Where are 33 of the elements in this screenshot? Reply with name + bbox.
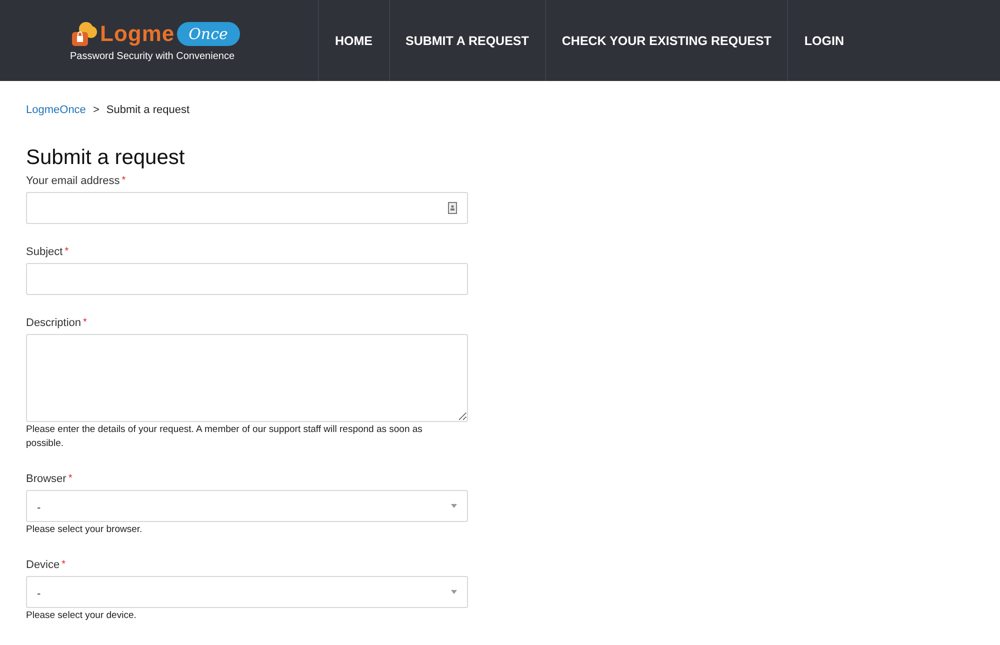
required-mark: * [122,175,126,187]
contact-card-icon[interactable] [448,202,457,214]
caret-icon [451,504,457,508]
field-hint: Please select your browser. [26,523,144,537]
nav-link[interactable]: CHECK YOUR EXISTING REQUEST [544,0,788,81]
caret-icon [451,590,457,594]
select-field[interactable]: - [26,576,468,608]
required-mark: * [68,473,72,485]
nav-link[interactable]: SUBMIT A REQUEST [388,0,545,81]
breadcrumb-current: Submit a request [106,104,190,116]
field-hint: Please enter the details of your request. A member of our support staff will respond as soon as possible. [26,423,424,451]
padlock-logo-icon [70,20,98,48]
page-title: Submit a request [26,146,186,170]
nav-link[interactable]: LOGIN [787,0,860,81]
nav-link[interactable]: HOME [318,0,388,81]
field-label: Your email address [26,175,120,187]
field-label: Device [26,559,60,571]
breadcrumb-separator: > [92,104,100,116]
required-mark: * [62,559,66,571]
field-label: Browser [26,473,66,485]
breadcrumb-link[interactable]: LogmeOnce [26,104,86,116]
logo-tagline: Password Security with Convenience [70,50,236,62]
logo-text: Logme [100,20,175,46]
logo-cloud-text: Once [176,22,240,46]
input-field[interactable] [26,192,468,224]
select-field[interactable]: - [26,490,468,522]
input-field[interactable] [26,263,468,295]
field-hint: Please select your device. [26,609,138,623]
textarea-field[interactable] [26,334,468,422]
required-mark: * [64,246,69,258]
field-label: Description [26,317,82,329]
required-mark: * [83,317,87,329]
field-label: Subject [26,246,63,258]
